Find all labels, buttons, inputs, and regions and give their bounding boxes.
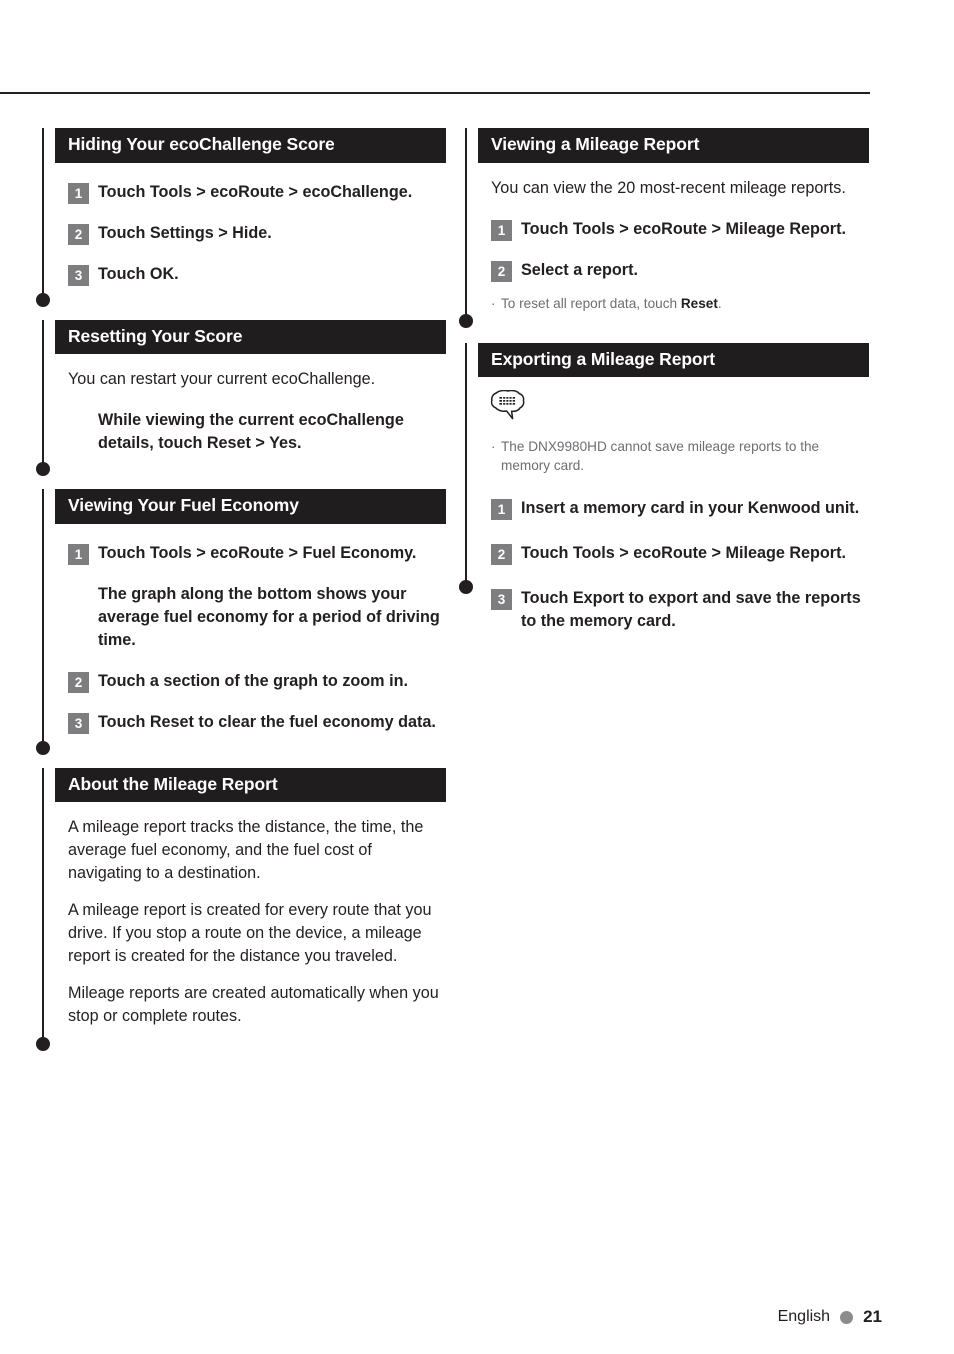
- numbered-step: 1 Touch Tools > ecoRoute > ecoChallenge.: [68, 181, 446, 204]
- section-end-dot: [36, 1037, 50, 1052]
- step-number-badge: 1: [68, 182, 89, 204]
- step-number-badge: 3: [491, 589, 512, 611]
- step-text: Touch Settings > Hide.: [98, 223, 272, 242]
- paragraph: Mileage reports are created automaticall…: [68, 984, 439, 1026]
- section-vertical-rule: [42, 128, 44, 300]
- section-about-the-mileage-report: About the Mileage Report A mileage repor…: [36, 767, 446, 1052]
- step-text: Insert a memory card in your Kenwood uni…: [521, 499, 860, 518]
- footer-language-label: English: [777, 1308, 831, 1325]
- section-end-dot: [36, 462, 50, 477]
- section-viewing-your-fuel-economy: Viewing Your Fuel Economy 1 Touch Tools …: [36, 489, 446, 755]
- note-bullet-text: To reset all report data, touch Reset.: [501, 294, 869, 313]
- section-end-dot: [459, 313, 473, 328]
- section-body: You can view the 20 most-recent mileage …: [478, 177, 869, 321]
- numbered-step: 3 Touch Export to export and save the re…: [491, 587, 869, 633]
- note-speech-bubble-icon: [490, 389, 525, 420]
- section-title: Viewing Your Fuel Economy: [55, 489, 446, 524]
- section-title: Resetting Your Score: [55, 319, 446, 355]
- step-text: Touch Tools > ecoRoute > Mileage Report.: [521, 219, 846, 238]
- section-body: · The DNX9980HD cannot save mileage repo…: [478, 377, 869, 633]
- section-vertical-rule: [465, 342, 467, 588]
- numbered-step: 1 Touch Tools > ecoRoute > Fuel Economy.: [68, 542, 446, 565]
- section-vertical-rule: [465, 128, 467, 321]
- section-hiding-your-ecochallenge-score: Hiding Your ecoChallenge Score 1 Touch T…: [36, 128, 446, 307]
- step-text: Touch Reset to clear the fuel economy da…: [98, 712, 436, 731]
- section-vertical-rule: [42, 489, 44, 748]
- note-text-emphasis: Reset: [680, 295, 718, 311]
- paragraph: You can view the 20 most-recent mileage …: [491, 178, 846, 197]
- step-number-badge: 1: [491, 219, 512, 241]
- page-number: 21: [863, 1307, 882, 1326]
- section-vertical-rule: [42, 319, 44, 470]
- numbered-step: 2 Touch Tools > ecoRoute > Mileage Repor…: [491, 542, 869, 566]
- step-number-badge: 2: [68, 671, 89, 693]
- note-bullet-item: · The DNX9980HD cannot save mileage repo…: [491, 437, 869, 475]
- step-text: Touch OK.: [98, 264, 179, 283]
- section-body: You can restart your current ecoChalleng…: [55, 368, 446, 469]
- numbered-step: 1 Touch Tools > ecoRoute > Mileage Repor…: [491, 218, 869, 241]
- step-number-badge: 3: [68, 712, 89, 734]
- section-body: 1 Touch Tools > ecoRoute > Fuel Economy.…: [55, 542, 446, 748]
- step-text: Select a report.: [521, 260, 638, 279]
- step-text: Touch a section of the graph to zoom in.: [98, 671, 408, 690]
- paragraph: A mileage report tracks the distance, th…: [68, 818, 424, 883]
- bullet-dot-icon: ·: [491, 295, 496, 311]
- section-viewing-a-mileage-report: Viewing a Mileage Report You can view th…: [459, 128, 869, 328]
- numbered-step: 2 Select a report.: [491, 259, 869, 282]
- section-exporting-a-mileage-report: Exporting a Mileage Report · The DNX9980…: [459, 342, 869, 634]
- step-number-badge: 1: [491, 499, 512, 521]
- paragraph: A mileage report is created for every ro…: [68, 901, 432, 966]
- section-title: Hiding Your ecoChallenge Score: [55, 128, 446, 163]
- page-footer: English 21: [778, 1307, 882, 1327]
- step-number-badge: 1: [68, 543, 89, 565]
- section-resetting-your-score: Resetting Your Score You can restart you…: [36, 319, 446, 477]
- step-number-badge: 3: [68, 264, 89, 286]
- step-text: Touch Tools > ecoRoute > Fuel Economy.: [98, 543, 417, 562]
- note-bullet-item: · To reset all report data, touch Reset.: [491, 294, 869, 321]
- header-divider-rule: [0, 92, 870, 94]
- section-end-dot: [459, 580, 473, 595]
- step-number-badge: 2: [491, 544, 512, 566]
- note-text-after: .: [717, 295, 722, 311]
- section-end-dot: [36, 292, 50, 307]
- section-end-dot: [36, 740, 50, 755]
- note-bullet-text: The DNX9980HD cannot save mileage report…: [501, 437, 869, 475]
- numbered-step: 2 Touch Settings > Hide.: [68, 222, 446, 245]
- right-column: Viewing a Mileage Report You can view th…: [459, 128, 869, 651]
- sub-instruction: The graph along the bottom shows your av…: [98, 584, 440, 649]
- numbered-step: 2 Touch a section of the graph to zoom i…: [68, 670, 446, 693]
- section-body: 1 Touch Tools > ecoRoute > ecoChallenge.…: [55, 181, 446, 300]
- step-text: Touch Export to export and save the repo…: [521, 589, 861, 631]
- bullet-dot-icon: ·: [491, 439, 496, 455]
- numbered-step: 3 Touch OK.: [68, 263, 446, 300]
- numbered-step: 1 Insert a memory card in your Kenwood u…: [491, 497, 869, 521]
- section-vertical-rule: [42, 767, 44, 1045]
- numbered-step: 3 Touch Reset to clear the fuel economy …: [68, 711, 446, 748]
- sub-instruction: While viewing the current ecoChallenge d…: [98, 411, 404, 453]
- footer-separator-dot-icon: [840, 1310, 854, 1324]
- section-title: Exporting a Mileage Report: [478, 342, 869, 378]
- step-text: Touch Tools > ecoRoute > Mileage Report.: [521, 544, 846, 563]
- section-body: A mileage report tracks the distance, th…: [55, 816, 446, 1044]
- section-title: Viewing a Mileage Report: [478, 128, 869, 163]
- paragraph: You can restart your current ecoChalleng…: [68, 370, 376, 389]
- left-column: Hiding Your ecoChallenge Score 1 Touch T…: [36, 128, 446, 1062]
- note-text-before: The DNX9980HD cannot save mileage report…: [501, 439, 820, 474]
- section-title: About the Mileage Report: [55, 767, 446, 803]
- step-number-badge: 2: [491, 260, 512, 282]
- note-text-before: To reset all report data, touch: [501, 295, 681, 311]
- step-number-badge: 2: [68, 223, 89, 245]
- step-text: Touch Tools > ecoRoute > ecoChallenge.: [98, 182, 413, 201]
